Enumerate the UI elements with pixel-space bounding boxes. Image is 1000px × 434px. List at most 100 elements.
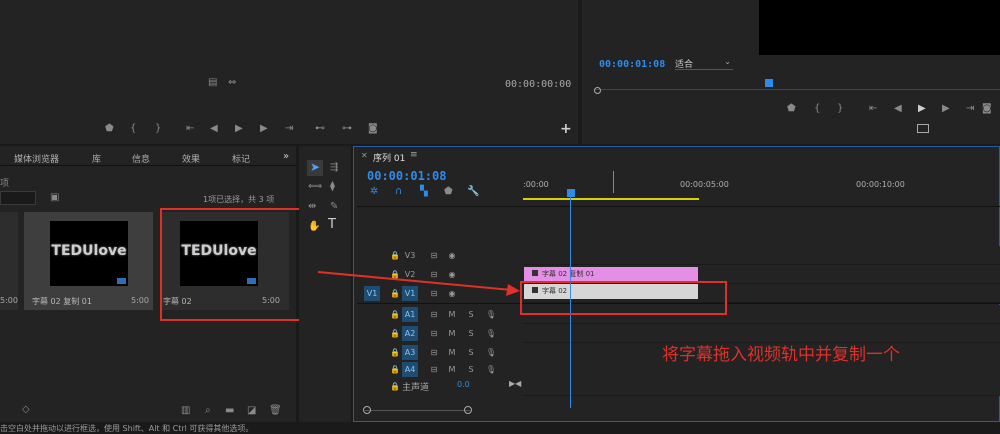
tabs-overflow-icon[interactable]: »	[283, 152, 289, 162]
step-forward-icon[interactable]: ▶	[942, 104, 950, 114]
tab-markers[interactable]: 标记	[232, 152, 250, 165]
master-volume-value[interactable]: 0.0	[457, 380, 470, 389]
play-icon[interactable]: ▶	[918, 104, 926, 114]
hand-icon[interactable]: ✋	[308, 222, 320, 232]
camera-icon[interactable]: ◙	[368, 124, 378, 134]
zoom-slider-handle-icon[interactable]: ◇	[22, 405, 30, 415]
insert-icon[interactable]: ⊷	[315, 124, 325, 134]
solo-icon[interactable]: S	[463, 307, 479, 322]
camera-icon[interactable]: ◙	[982, 104, 992, 114]
export-frame-icon[interactable]	[917, 124, 929, 133]
search-icon[interactable]: ⌕	[205, 406, 211, 416]
microphone-icon[interactable]: 🎙	[483, 362, 499, 377]
overwrite-icon[interactable]: ⊶	[342, 124, 352, 134]
razor-icon[interactable]: ⧫	[330, 182, 335, 192]
out-point-icon[interactable]: }	[837, 104, 843, 114]
timeline-clip[interactable]: 字幕 02 复制 01	[524, 267, 698, 282]
track-label[interactable]: A3	[402, 345, 418, 360]
tab-libraries[interactable]: 库	[92, 152, 101, 165]
tab-effects[interactable]: 效果	[182, 152, 200, 165]
folder-icon[interactable]: ▬	[225, 406, 234, 416]
sequence-tab[interactable]: 序列 01	[373, 151, 405, 164]
pen-icon[interactable]: ✎	[330, 202, 338, 212]
sync-lock-icon[interactable]: ⊟	[426, 326, 442, 341]
time-ruler[interactable]: :00:00 00:00:05:00 00:00:10:00	[523, 171, 1000, 202]
snap-icon[interactable]: ✲	[370, 187, 378, 197]
work-area-bar[interactable]	[523, 198, 699, 200]
ripple-edit-icon[interactable]: ⟺	[308, 182, 322, 192]
project-search-input[interactable]	[0, 191, 36, 205]
scroll-handle-left[interactable]	[363, 406, 371, 414]
go-to-out-icon[interactable]: ⇥	[285, 124, 293, 134]
lock-icon[interactable]: 🔒	[387, 379, 403, 394]
play-icon[interactable]: ▶	[235, 124, 243, 134]
lock-icon[interactable]: 🔒	[387, 326, 403, 341]
solo-icon[interactable]: S	[463, 362, 479, 377]
microphone-icon[interactable]: 🎙	[483, 307, 499, 322]
solo-icon[interactable]: S	[463, 326, 479, 341]
add-marker-icon[interactable]: ▚	[420, 187, 428, 197]
marker-icon[interactable]: ⬟	[105, 124, 114, 134]
zoom-dropdown[interactable]: 适合 ⌄	[675, 57, 733, 70]
partial-project-item[interactable]: 5:00	[0, 212, 18, 310]
microphone-icon[interactable]: 🎙	[483, 345, 499, 360]
go-to-in-icon[interactable]: ⇤	[186, 124, 194, 134]
lock-icon[interactable]: 🔒	[387, 307, 403, 322]
tab-info[interactable]: 信息	[132, 152, 150, 165]
lock-icon[interactable]: 🔒	[387, 248, 403, 263]
sync-lock-icon[interactable]: ⊟	[426, 248, 442, 263]
lock-icon[interactable]: 🔒	[387, 362, 403, 377]
playhead-marker[interactable]	[765, 79, 773, 87]
mute-icon[interactable]: M	[444, 362, 460, 377]
track-label[interactable]: V3	[402, 248, 418, 263]
mute-icon[interactable]: M	[444, 345, 460, 360]
project-item-copy[interactable]: TEDUlove 字幕 02 复制 01 5:00	[24, 212, 153, 310]
program-time-ruler[interactable]	[594, 89, 1000, 90]
track-label[interactable]: A1	[402, 307, 418, 322]
new-bin-icon[interactable]: ▣	[50, 193, 59, 203]
program-timecode[interactable]: 00:00:01:08	[599, 59, 665, 70]
in-point-icon[interactable]: {	[814, 104, 820, 114]
marker-icon[interactable]: ⬟	[444, 187, 453, 197]
close-icon[interactable]: ✕	[361, 151, 368, 160]
playhead-head[interactable]	[567, 189, 575, 197]
step-back-icon[interactable]: ◀	[894, 104, 902, 114]
sequence-timecode[interactable]: 00:00:01:08	[367, 169, 446, 183]
timeline-scrollbar[interactable]	[365, 410, 470, 411]
go-to-end-icon[interactable]: ▶◀	[509, 379, 521, 388]
mute-icon[interactable]: M	[444, 307, 460, 322]
slip-icon[interactable]: ⇹	[308, 202, 316, 212]
step-back-icon[interactable]: ◀	[210, 124, 218, 134]
sync-lock-icon[interactable]: ⊟	[426, 307, 442, 322]
track-lane-master[interactable]	[523, 377, 1000, 396]
marker-icon[interactable]: ⬟	[787, 104, 796, 114]
ruler-start-circle[interactable]	[594, 87, 601, 94]
solo-icon[interactable]: S	[463, 345, 479, 360]
go-to-out-icon[interactable]: ⇥	[966, 104, 974, 114]
track-select-icon[interactable]: ⇶	[330, 163, 338, 173]
in-point-icon[interactable]: {	[130, 124, 136, 134]
type-tool-icon[interactable]: T	[328, 218, 336, 231]
track-label[interactable]: A2	[402, 326, 418, 341]
linked-selection-icon[interactable]: ∩	[395, 187, 402, 197]
scroll-handle-right[interactable]	[464, 406, 472, 414]
panel-menu-icon[interactable]: ≡	[410, 150, 418, 160]
sync-lock-icon[interactable]: ⊟	[426, 362, 442, 377]
step-forward-icon[interactable]: ▶	[260, 124, 268, 134]
add-button-icon[interactable]: +	[560, 122, 572, 136]
sync-lock-icon[interactable]: ⊟	[426, 345, 442, 360]
selection-tool[interactable]: ➤	[307, 160, 323, 176]
mute-icon[interactable]: M	[444, 326, 460, 341]
sort-icon[interactable]: ▥	[181, 406, 190, 416]
track-label[interactable]: A4	[402, 362, 418, 377]
trash-icon[interactable]: 🗑	[269, 406, 282, 416]
lock-icon[interactable]: 🔒	[387, 345, 403, 360]
out-point-icon[interactable]: }	[155, 124, 161, 134]
tab-media-browser[interactable]: 媒体浏览器	[14, 152, 59, 165]
microphone-icon[interactable]: 🎙	[483, 326, 499, 341]
go-to-in-icon[interactable]: ⇤	[869, 104, 877, 114]
eye-icon[interactable]: ◉	[444, 248, 460, 263]
track-lane-v3[interactable]	[523, 246, 1000, 265]
new-item-icon[interactable]: ◪	[247, 406, 256, 416]
wrench-icon[interactable]: 🔧	[467, 187, 479, 197]
